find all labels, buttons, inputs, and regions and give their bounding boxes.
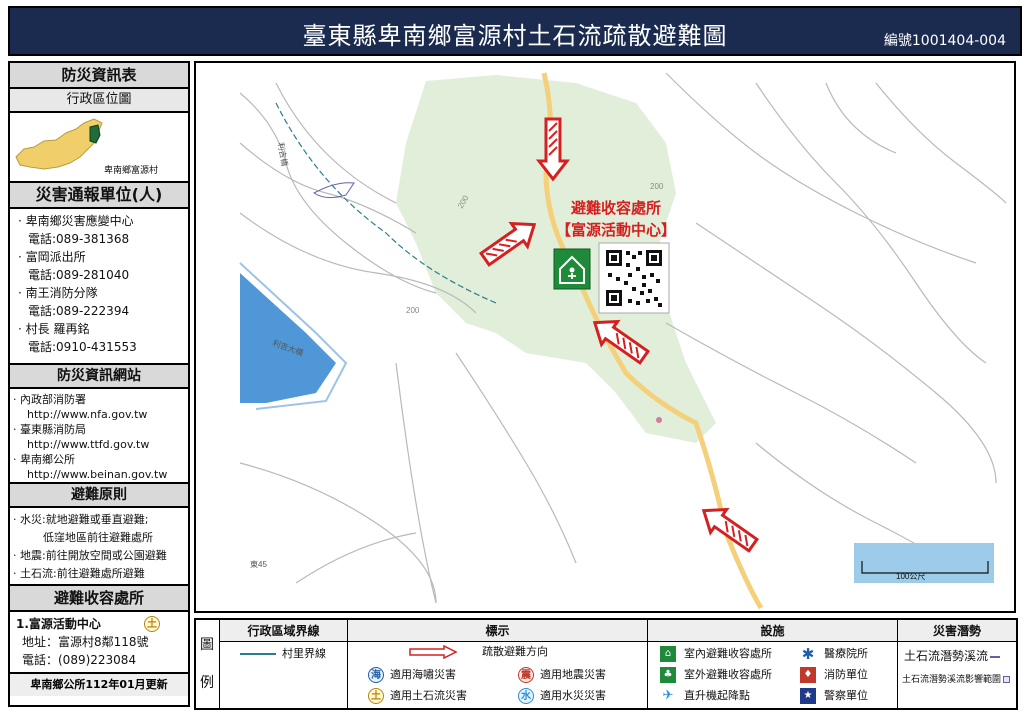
legend-outdoor-shelter: ♣ 室外避難收容處所 [660, 665, 772, 685]
outdoor-shelter-icon: ♣ [660, 667, 676, 683]
legend-marks-title: 標示 [348, 620, 647, 642]
report-unit-phone: 電話:0910-431553 [28, 340, 137, 354]
shelter-map-name: 【富源活動中心】 [556, 221, 676, 239]
legend-fire-unit: ♦ 消防單位 [800, 665, 868, 685]
principles-title: 避難原則 [10, 484, 188, 508]
legend-label: 圖 [200, 637, 214, 653]
shelter-name: 1.富源活動中心 [16, 617, 101, 631]
website-name: · 卑南鄉公所 [13, 453, 75, 466]
report-unit-name: · 南王消防分隊 [18, 286, 98, 300]
report-units-list: · 卑南鄉災害應變中心 電話:089-381368 · 富岡派出所電話:089-28… [10, 209, 188, 365]
evacuation-map-page: 臺東縣卑南鄉富源村土石流疏散避難圖 編號1001404-004 防災資訊表 行政… [0, 0, 1030, 713]
boundary-line-icon [240, 653, 276, 655]
debris-zone-swatch-icon [1003, 676, 1011, 683]
medical-icon: ✱ [801, 645, 815, 663]
legend-evac-direction: 疏散避難方向 [408, 642, 548, 662]
map-code: 編號1001404-004 [883, 33, 1006, 49]
tsunami-icon: 海 [368, 667, 384, 683]
debris-flow-badge-icon: 土 [144, 616, 160, 632]
fire-station-icon: ♦ [800, 667, 816, 683]
helicopter-icon: ✈ [662, 688, 674, 703]
evac-arrow-southeast [701, 507, 760, 553]
legend-hospital: ✱ 醫療院所 [801, 645, 868, 663]
indoor-shelter-legend-icon: ⌂ [660, 646, 676, 662]
website-link[interactable]: http://www.beinan.gov.tw [13, 467, 188, 482]
principle-item: 低窪地區前往避難處所 [43, 531, 153, 544]
map-legend: 圖 例 行政區域界線 村里界線 標示 疏散避難方向 海適用海嘯災害 震適用地震災… [194, 618, 1018, 710]
township-outline-map [15, 118, 103, 170]
shelter-title: 避難收容處所 [10, 586, 188, 612]
debris-flow-icon: 土 [368, 688, 384, 704]
report-unit-name: · 村長 羅再銘 [18, 322, 90, 336]
evacuation-map[interactable]: 200 200 200 200 利吉橋 利吉大橋 東45 [194, 61, 1016, 613]
evac-arrow-icon [409, 644, 458, 660]
earthquake-icon: 震 [518, 667, 534, 683]
shelter-address: 地址：富源村8鄰118號 [22, 635, 149, 649]
debris-stream-line-icon [990, 655, 1001, 658]
road-label: 利吉橋 [276, 142, 290, 167]
scale-bar: 100公尺 [854, 543, 994, 583]
contour-label: 200 [650, 182, 664, 191]
info-sidebar: 防災資訊表 行政區位圖 卑南鄉富源村 災害通報單位(人) · 卑南鄉災害應變中心… [8, 61, 190, 707]
legend-flood: 水適用水災災害 [518, 686, 606, 706]
legend-earthquake: 震適用地震災害 [518, 665, 606, 685]
principle-item: · 地震:前往開放空間或公園避難 [13, 549, 167, 562]
report-unit-name: · 卑南鄉災害應變中心 [18, 214, 134, 228]
legend-facilities-col: 設施 ⌂ 室內避難收容處所 ✱ 醫療院所 ♣ 室外避難收容處所 ♦ 消防單位 ✈ 直升機起… [648, 620, 898, 708]
report-unit-phone: 電話:089-281040 [28, 268, 130, 282]
legend-marks-col: 標示 疏散避難方向 海適用海嘯災害 震適用地震災害 土適用土石流災害 水適用水災… [348, 620, 648, 708]
flood-icon: 水 [518, 688, 534, 704]
police-icon: ★ [800, 688, 816, 704]
legend-admin-col: 行政區域界線 村里界線 [220, 620, 348, 708]
shelter-map-label: 避難收容處所 [571, 199, 661, 217]
legend-facilities-title: 設施 [648, 620, 897, 642]
info-table-title: 防災資訊表 [10, 63, 188, 89]
report-unit-phone: 電話:089-381368 [28, 232, 130, 246]
report-unit-phone: 電話:089-222394 [28, 304, 130, 318]
legend-helipad: ✈ 直升機起降點 [660, 686, 750, 706]
website-link[interactable]: http://www.ttfd.gov.tw [13, 437, 188, 452]
indoor-shelter-icon[interactable] [553, 248, 591, 290]
principle-item: · 土石流:前往避難處所避難 [13, 567, 145, 580]
legend-tsunami: 海適用海嘯災害 [368, 665, 456, 685]
shelter-info: 1.富源活動中心 土 地址：富源村8鄰118號 電話：(089)223084 [10, 612, 188, 674]
legend-debris-stream: 土石流潛勢溪流 [904, 646, 1001, 666]
website-name: · 內政部消防署 [13, 393, 86, 406]
qr-code[interactable] [598, 242, 670, 314]
admin-map-title: 行政區位圖 [10, 89, 188, 113]
legend-debris: 土適用土石流災害 [368, 686, 467, 706]
scale-label: 100公尺 [896, 572, 925, 581]
legend-police: ★ 警察單位 [800, 686, 868, 706]
poi-marker [656, 417, 662, 423]
websites-list: · 內政部消防署 http://www.nfa.gov.tw · 臺東縣消防局 htt… [10, 389, 188, 484]
header-bar: 臺東縣卑南鄉富源村土石流疏散避難圖 編號1001404-004 [8, 6, 1022, 56]
legend-indoor-shelter: ⌂ 室內避難收容處所 [660, 644, 772, 664]
report-unit-name: · 富岡派出所 [18, 250, 86, 264]
report-units-title: 災害通報單位(人) [10, 183, 188, 209]
admin-location-map: 卑南鄉富源村 [10, 113, 188, 183]
update-note: 卑南鄉公所112年01月更新 [10, 674, 188, 696]
map-canvas: 200 200 200 200 利吉橋 利吉大橋 東45 [239, 72, 1007, 610]
legend-hazard-col: 災害潛勢 土石流潛勢溪流 土石流潛勢溪流影響範圍 [898, 620, 1016, 708]
legend-hazard-title: 災害潛勢 [898, 620, 1016, 642]
website-link[interactable]: http://www.nfa.gov.tw [13, 407, 188, 422]
legend-label-col: 圖 例 [196, 620, 220, 708]
legend-village-boundary: 村里界線 [240, 644, 326, 664]
admin-map-label: 卑南鄉富源村 [104, 166, 159, 176]
legend-debris-zone: 土石流潛勢溪流影響範圍 [902, 670, 1011, 690]
contour-label: 200 [406, 306, 420, 315]
principles-list: · 水災:就地避難或垂直避難; 低窪地區前往避難處所 · 地震:前往開放空間或公… [10, 508, 188, 586]
road-label: 東45 [250, 559, 267, 569]
website-name: · 臺東縣消防局 [13, 423, 86, 436]
page-title: 臺東縣卑南鄉富源村土石流疏散避難圖 [302, 22, 728, 50]
legend-label: 例 [200, 675, 214, 691]
legend-admin-title: 行政區域界線 [220, 620, 347, 642]
websites-title: 防災資訊網站 [10, 365, 188, 389]
shelter-phone: 電話：(089)223084 [22, 653, 137, 667]
principle-item: · 水災:就地避難或垂直避難; [13, 513, 149, 526]
